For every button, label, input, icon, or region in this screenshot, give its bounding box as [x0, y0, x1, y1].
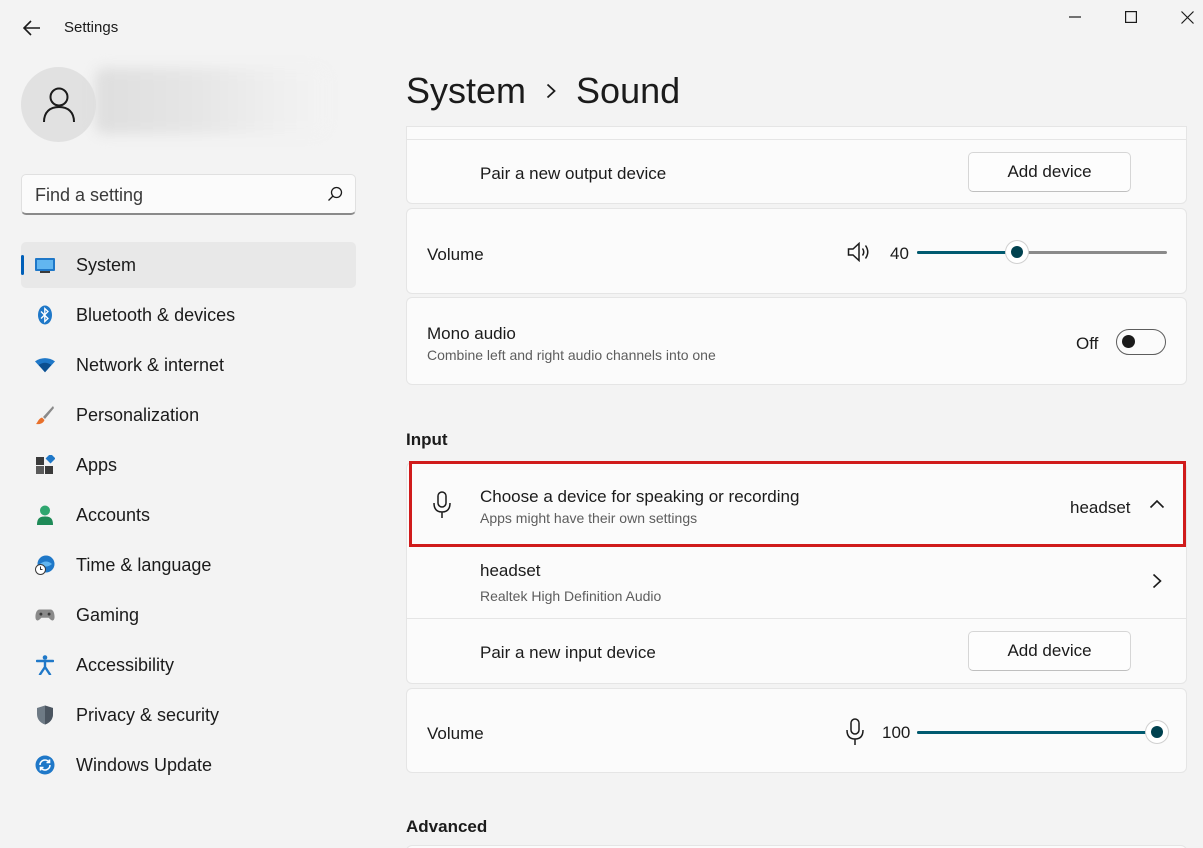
slider-fill	[917, 731, 1157, 734]
output-volume-value: 40	[890, 244, 909, 263]
microphone-icon	[433, 491, 451, 518]
pair-output-card: Pair a new output device Add device	[406, 126, 1187, 204]
slider-thumb[interactable]	[1146, 721, 1168, 743]
search-icon[interactable]	[327, 186, 343, 202]
input-volume-card: Volume 100	[406, 688, 1187, 773]
nav-label: Time & language	[76, 555, 212, 575]
close-icon	[1180, 10, 1194, 24]
sidebar: System Bluetooth & devices Network & int…	[0, 56, 370, 848]
choose-input-device-card[interactable]: Choose a device for speaking or recordin…	[406, 462, 1187, 548]
nav-label: Privacy & security	[76, 705, 220, 725]
account-info-blurred	[95, 68, 325, 134]
chevron-right-icon[interactable]	[1152, 573, 1162, 589]
nav-label: Personalization	[76, 405, 200, 425]
add-input-device-button[interactable]: Add device	[968, 631, 1131, 671]
breadcrumb: System Sound	[406, 70, 680, 112]
advanced-section-heading: Advanced	[406, 817, 488, 836]
breadcrumb-parent[interactable]: System	[406, 70, 526, 112]
choose-device-description: Apps might have their own settings	[480, 510, 698, 526]
input-device-name: headset	[480, 561, 541, 580]
input-volume-label: Volume	[427, 724, 484, 743]
output-volume-slider[interactable]	[917, 241, 1167, 263]
pair-input-label: Pair a new input device	[480, 643, 656, 662]
choose-device-title: Choose a device for speaking or recordin…	[480, 487, 800, 506]
nav-item-network-internet[interactable]: Network & internet	[21, 342, 356, 388]
windows-update-icon	[35, 755, 55, 775]
nav-label: Accessibility	[76, 655, 175, 675]
nav-item-privacy-security[interactable]: Privacy & security	[21, 692, 356, 738]
toggle-knob	[1122, 335, 1135, 348]
accounts-icon	[35, 505, 55, 525]
nav-label: Bluetooth & devices	[76, 305, 236, 325]
avatar[interactable]	[21, 67, 96, 142]
maximize-icon	[1125, 11, 1137, 23]
paintbrush-icon	[35, 405, 55, 425]
nav-item-personalization[interactable]: Personalization	[21, 392, 356, 438]
slider-fill	[917, 251, 1017, 254]
wifi-icon	[35, 355, 55, 375]
search-input[interactable]	[35, 183, 315, 207]
nav-item-windows-update[interactable]: Windows Update	[21, 742, 356, 788]
time-language-icon	[35, 555, 55, 575]
selected-input-device: headset	[1070, 498, 1131, 517]
slider-thumb[interactable]	[1006, 241, 1028, 263]
nav-label: Windows Update	[76, 755, 213, 775]
minimize-icon	[1069, 16, 1081, 18]
input-section-heading: Input	[406, 430, 448, 449]
input-volume-slider[interactable]	[917, 721, 1168, 743]
nav-label: Gaming	[76, 605, 140, 625]
mono-audio-title: Mono audio	[427, 324, 516, 343]
nav-item-accessibility[interactable]: Accessibility	[21, 642, 356, 688]
input-volume-value: 100	[882, 723, 911, 742]
chevron-up-icon[interactable]	[1149, 499, 1165, 509]
search-box[interactable]	[21, 174, 356, 215]
shield-icon	[35, 705, 55, 725]
mono-audio-card: Mono audio Combine left and right audio …	[406, 297, 1187, 385]
nav-item-gaming[interactable]: Gaming	[21, 592, 356, 638]
app-title: Settings	[64, 19, 119, 36]
add-output-device-button[interactable]: Add device	[968, 152, 1131, 192]
user-icon	[42, 87, 75, 122]
gamepad-icon	[35, 605, 55, 625]
input-device-row[interactable]: headset Realtek High Definition Audio	[406, 547, 1187, 619]
bluetooth-icon	[35, 305, 55, 325]
close-button[interactable]	[1159, 0, 1203, 34]
nav-item-accounts[interactable]: Accounts	[21, 492, 356, 538]
input-device-description: Realtek High Definition Audio	[480, 588, 662, 604]
minimize-button[interactable]	[1047, 0, 1103, 34]
nav-label: Accounts	[76, 505, 151, 525]
card-divider	[407, 139, 1186, 140]
nav-item-apps[interactable]: Apps	[21, 442, 356, 488]
system-display-icon	[35, 255, 55, 275]
nav-item-system[interactable]: System	[21, 242, 356, 288]
speaker-icon[interactable]	[847, 242, 871, 262]
maximize-button[interactable]	[1103, 0, 1159, 34]
output-volume-label: Volume	[427, 245, 484, 264]
nav-item-time-language[interactable]: Time & language	[21, 542, 356, 588]
title-bar: Settings	[0, 0, 1203, 56]
mono-audio-description: Combine left and right audio channels in…	[427, 347, 716, 363]
nav-item-bluetooth-devices[interactable]: Bluetooth & devices	[21, 292, 356, 338]
apps-icon	[35, 455, 55, 475]
back-arrow-icon	[23, 20, 40, 36]
pair-output-label: Pair a new output device	[480, 164, 667, 183]
output-volume-card: Volume 40	[406, 208, 1187, 294]
nav-list: System Bluetooth & devices Network & int…	[21, 242, 356, 792]
accessibility-icon	[35, 655, 55, 675]
nav-label: Apps	[76, 455, 118, 475]
nav-label: Network & internet	[76, 355, 225, 375]
back-button[interactable]	[18, 14, 46, 42]
nav-label: System	[76, 255, 137, 275]
pair-input-card: Pair a new input device Add device	[406, 618, 1187, 684]
microphone-icon[interactable]	[845, 718, 865, 746]
page-title: Sound	[576, 70, 681, 111]
mono-audio-state: Off	[1076, 334, 1099, 353]
chevron-right-icon	[546, 83, 556, 99]
mono-audio-toggle[interactable]	[1116, 329, 1166, 355]
